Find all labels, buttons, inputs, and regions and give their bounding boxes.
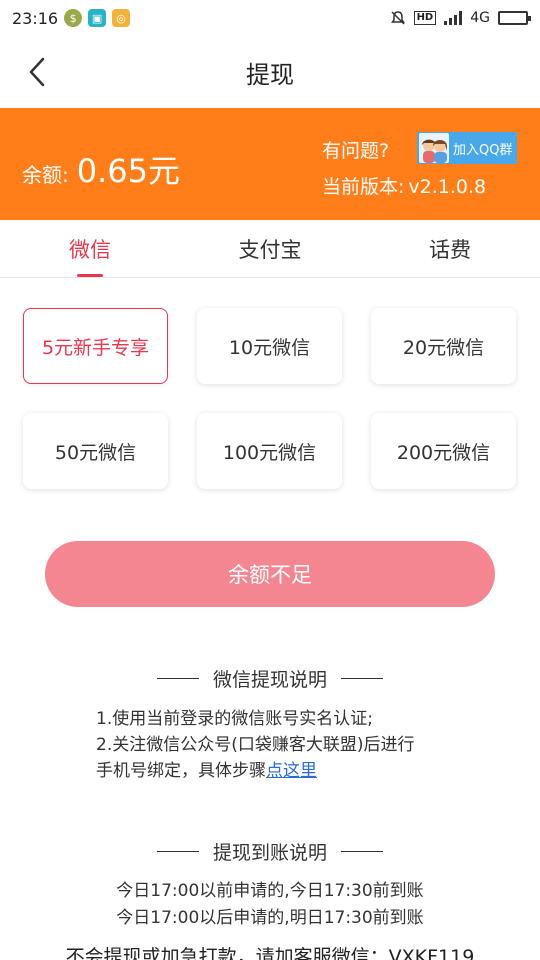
arrival-instructions-heading: 提现到账说明 [0, 838, 540, 865]
amount-options: 5元新手专享 10元微信 20元微信 50元微信 100元微信 200元微信 [23, 308, 517, 489]
qq-group-avatar-icon [419, 133, 449, 163]
option-50-yuan[interactable]: 50元微信 [23, 413, 168, 489]
version-label: 当前版本: [322, 176, 405, 198]
wechat-instruction-line-2: 2.关注微信公众号(口袋赚客大联盟)后进行 [96, 735, 415, 755]
divider-line [156, 851, 199, 852]
tab-wechat[interactable]: 微信 [0, 220, 180, 277]
hd-badge: HD [413, 11, 437, 25]
divider-line [341, 851, 383, 852]
tab-alipay[interactable]: 支付宝 [180, 220, 360, 277]
arrival-instructions-title: 提现到账说明 [212, 842, 327, 864]
mute-icon [390, 11, 405, 25]
scan-icon: ▣ [88, 9, 107, 27]
option-20-yuan[interactable]: 20元微信 [371, 308, 516, 384]
version-info: 当前版本: v2.1.0.8 [322, 172, 486, 199]
arrival-line-2: 今日17:00以后申请的,明日17:30前到账 [116, 908, 424, 928]
tab-phone-credit[interactable]: 话费 [360, 220, 540, 277]
title-bar: 提现 [0, 36, 540, 108]
wechat-instruction-line-3-text: 手机号绑定，具体步骤 [96, 761, 266, 781]
signal-icon [444, 11, 463, 25]
app-icon: ◎ [112, 9, 131, 27]
wechat-instructions: 1.使用当前登录的微信账号实名认证; 2.关注微信公众号(口袋赚客大联盟)后进行… [96, 706, 456, 784]
payment-tabs: 微信 支付宝 话费 [0, 220, 540, 278]
wechat-instructions-heading: 微信提现说明 [0, 665, 540, 692]
steps-link[interactable]: 点这里 [266, 761, 317, 781]
status-time: 23:16 [12, 8, 59, 28]
chevron-left-icon [29, 57, 45, 87]
back-button[interactable] [22, 56, 52, 88]
question-text: 有问题? [322, 140, 390, 162]
wechat-instruction-line-1: 1.使用当前登录的微信账号实名认证; [96, 709, 373, 729]
network-type: 4G [470, 10, 490, 26]
withdraw-button[interactable]: 余额不足 [45, 541, 495, 607]
option-200-yuan[interactable]: 200元微信 [371, 413, 516, 489]
divider-line [341, 678, 383, 679]
join-qq-group-button[interactable]: 加入QQ群 [417, 132, 517, 164]
balance-value: 0.65元 [76, 152, 181, 190]
status-bar: 23:16 $ ▣ ◎ HD 4G [0, 0, 540, 36]
arrival-instructions: 今日17:00以前申请的,今日17:30前到账 今日17:00以后申请的,明日1… [0, 878, 540, 932]
join-qq-group-label: 加入QQ群 [453, 142, 513, 158]
divider-line [156, 678, 199, 679]
arrival-line-1: 今日17:00以前申请的,今日17:30前到账 [116, 881, 424, 901]
version-value: v2.1.0.8 [408, 176, 487, 198]
balance-label: 余额: [22, 163, 69, 187]
wechat-instruction-line-3: 手机号绑定，具体步骤点这里 [96, 758, 456, 784]
option-5-yuan-newcomer[interactable]: 5元新手专享 [23, 308, 168, 384]
customer-service-contact: 不会提现或加急打款，请加客服微信：VXKF119 [65, 946, 475, 960]
balance-banner: 余额: 0.65元 有问题? 加入QQ群 当前版本: v2.1.0.8 [0, 108, 540, 220]
coin-icon: $ [64, 9, 83, 27]
option-10-yuan[interactable]: 10元微信 [197, 308, 342, 384]
battery-icon [498, 11, 531, 25]
option-100-yuan[interactable]: 100元微信 [197, 413, 342, 489]
page-title: 提现 [246, 60, 294, 89]
balance: 余额: 0.65元 [22, 146, 180, 192]
wechat-instructions-title: 微信提现说明 [212, 669, 327, 691]
